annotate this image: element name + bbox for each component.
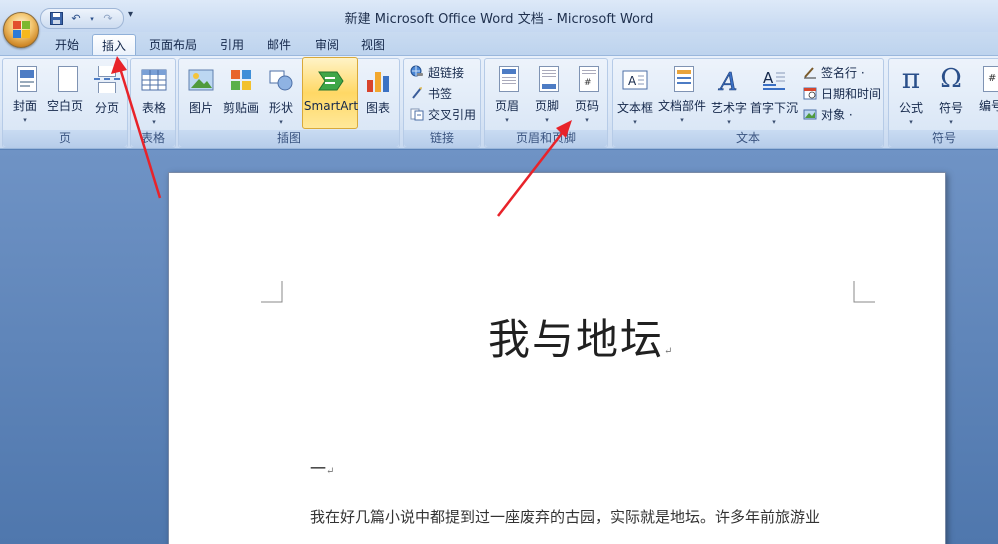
object-icon: [803, 107, 817, 121]
tab-page-layout[interactable]: 页面布局: [142, 34, 204, 56]
chevron-down-icon: ▾: [545, 116, 549, 124]
date-time-button[interactable]: 日期和时间: [803, 83, 881, 103]
quick-parts-button[interactable]: 文档部件 ▾: [657, 62, 707, 132]
group-label-text: 文本: [613, 130, 883, 147]
cross-reference-button[interactable]: 交叉引用: [410, 104, 476, 124]
group-label-page: 页: [3, 130, 127, 147]
cover-page-button[interactable]: 封面 ▾: [9, 62, 41, 132]
drop-cap-button[interactable]: A 首字下沉 ▾: [749, 62, 799, 132]
shapes-icon: [267, 64, 295, 94]
office-logo-icon: [13, 21, 31, 39]
group-table: 表格 ▾ 表格: [130, 58, 176, 148]
header-icon: [499, 66, 519, 92]
shapes-button[interactable]: 形状 ▾: [265, 62, 297, 132]
chevron-down-icon: ▾: [585, 116, 589, 124]
ribbon: 封面 ▾ 空白页 分页 页 表格 ▾ 表格 图片 剪贴画 形状 ▾ SmartA…: [0, 55, 998, 149]
chevron-down-icon: ▾: [279, 118, 283, 126]
table-icon: [140, 64, 168, 94]
hyperlink-button[interactable]: 超链接: [410, 62, 464, 82]
picture-button[interactable]: 图片: [185, 62, 217, 132]
tab-mailings[interactable]: 邮件: [258, 34, 300, 56]
tab-view[interactable]: 视图: [352, 34, 394, 56]
margin-corner-top-left: [261, 281, 283, 303]
group-label-illustrations: 插图: [179, 130, 399, 147]
chevron-down-icon: ▾: [505, 116, 509, 124]
header-button[interactable]: 页眉 ▾: [489, 62, 525, 132]
margin-corner-top-right: [853, 281, 875, 303]
page-number-icon: #: [579, 66, 599, 92]
chart-button[interactable]: 图表: [361, 62, 395, 132]
svg-text:A: A: [628, 74, 637, 88]
blank-page-button[interactable]: 空白页: [45, 62, 85, 132]
group-header-footer: 页眉 ▾ 页脚 ▾ # 页码 ▾ 页眉和页脚: [484, 58, 608, 148]
chevron-down-icon: ▾: [949, 118, 953, 126]
tab-insert[interactable]: 插入: [92, 34, 136, 56]
chevron-down-icon: ▾: [152, 118, 156, 126]
bookmark-button[interactable]: 书签: [410, 83, 452, 103]
pi-icon: π: [901, 62, 921, 95]
drop-cap-icon: A: [760, 64, 788, 94]
smartart-button[interactable]: SmartArt: [303, 62, 359, 132]
chevron-down-icon: ▾: [727, 118, 731, 126]
group-links: 超链接 书签 交叉引用 链接: [403, 58, 481, 148]
calendar-icon: [803, 86, 817, 100]
chevron-down-icon: ▾: [772, 118, 776, 126]
clip-art-icon: [227, 64, 255, 94]
footer-icon: [539, 66, 559, 92]
signature-pen-icon: [803, 65, 817, 79]
group-page: 封面 ▾ 空白页 分页 页: [2, 58, 128, 148]
blank-page-icon: [58, 66, 78, 92]
ribbon-tab-bar: 开始 插入 页面布局 引用 邮件 审阅 视图: [0, 32, 998, 56]
tab-review[interactable]: 审阅: [306, 34, 348, 56]
title-bar: ↶ ▾ ↷ ▾ 新建 Microsoft Office Word 文档 - Mi…: [0, 0, 998, 32]
group-label-symbols: 符号: [889, 130, 998, 147]
cover-page-icon: [17, 66, 37, 92]
chevron-down-icon: ▾: [680, 116, 684, 124]
numbering-button[interactable]: # 编号: [973, 62, 998, 132]
paragraph-mark-icon: ↵: [326, 466, 335, 477]
smartart-icon: [317, 64, 345, 94]
symbol-button[interactable]: Ω 符号 ▾: [933, 62, 969, 132]
group-label-table: 表格: [131, 130, 175, 147]
document-paragraph[interactable]: 我在好几篇小说中都提到过一座废弃的古园，实际就是地坛。许多年前旅游业: [310, 506, 820, 527]
document-heading[interactable]: 一↵: [310, 455, 334, 479]
omega-icon: Ω: [940, 64, 962, 94]
paragraph-mark-icon: ↵: [664, 346, 675, 357]
number-icon: #: [983, 66, 998, 92]
tab-home[interactable]: 开始: [46, 34, 88, 56]
quick-parts-icon: [674, 66, 694, 92]
group-text: A 文本框 ▾ 文档部件 ▾ A 艺术字 ▾ A 首字下沉 ▾ 签名行 · 日期…: [612, 58, 884, 148]
chevron-down-icon: ▾: [633, 118, 637, 126]
document-title[interactable]: 我与地坛↵: [488, 306, 674, 367]
clip-art-button[interactable]: 剪贴画: [221, 62, 261, 132]
group-illustrations: 图片 剪贴画 形状 ▾ SmartArt 图表 插图: [178, 58, 400, 148]
page-break-icon: [93, 64, 121, 94]
cross-reference-icon: [410, 107, 424, 121]
globe-link-icon: [410, 65, 424, 79]
page-number-button[interactable]: # 页码 ▾: [569, 62, 605, 132]
picture-icon: [187, 64, 215, 94]
group-symbols: π 公式 ▾ Ω 符号 ▾ # 编号 符号: [888, 58, 998, 148]
group-label-links: 链接: [404, 130, 480, 147]
group-label-header-footer: 页眉和页脚: [485, 130, 607, 147]
wordart-icon: A: [715, 64, 743, 97]
chevron-down-icon: ▾: [23, 116, 27, 124]
office-button[interactable]: [3, 12, 39, 48]
table-button[interactable]: 表格 ▾: [137, 62, 171, 132]
window-title: 新建 Microsoft Office Word 文档 - Microsoft …: [344, 12, 654, 27]
tab-references[interactable]: 引用: [212, 34, 252, 56]
object-button[interactable]: 对象 ·: [803, 104, 853, 124]
bookmark-icon: [410, 86, 424, 100]
chevron-down-icon: ▾: [909, 118, 913, 126]
wordart-button[interactable]: A 艺术字 ▾: [709, 62, 749, 132]
text-box-button[interactable]: A 文本框 ▾: [615, 62, 655, 132]
equation-button[interactable]: π 公式 ▾: [893, 62, 929, 132]
svg-text:A: A: [718, 68, 737, 94]
signature-line-button[interactable]: 签名行 ·: [803, 62, 865, 82]
chart-icon: [364, 64, 392, 94]
text-box-icon: A: [621, 64, 649, 94]
footer-button[interactable]: 页脚 ▾: [529, 62, 565, 132]
page-break-button[interactable]: 分页: [89, 62, 125, 132]
